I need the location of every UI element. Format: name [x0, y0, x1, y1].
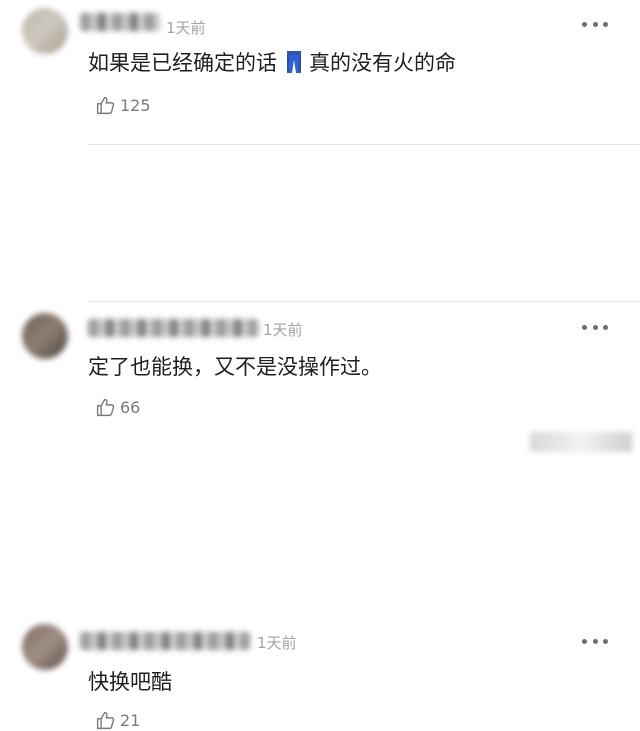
comment-item-1: 1天前 如果是已经确定的话 真的没有火的命 125 [0, 0, 640, 144]
like-button[interactable]: 125 [95, 95, 151, 116]
comment-item-2: 1天前 定了也能换，又不是没操作过。 66 [0, 145, 640, 417]
watermark-blurred [530, 432, 632, 452]
comment-time: 1天前 [257, 634, 297, 652]
username-blurred[interactable] [80, 632, 250, 650]
like-button[interactable]: 21 [95, 710, 140, 731]
jeans-icon [285, 50, 303, 74]
comment-text-part-2: 真的没有火的命 [309, 51, 456, 75]
more-options-icon[interactable] [582, 20, 608, 28]
username-blurred[interactable] [80, 13, 160, 31]
thumbs-up-icon [96, 96, 115, 115]
comment-time: 1天前 [166, 19, 206, 37]
like-count: 125 [120, 96, 151, 115]
thumbs-up-icon [96, 711, 115, 730]
avatar[interactable] [22, 624, 68, 670]
like-count: 21 [120, 711, 141, 730]
comment-text: 快换吧酷 [88, 670, 172, 694]
comment-text-part-1: 如果是已经确定的话 [88, 51, 277, 75]
avatar[interactable] [22, 8, 68, 54]
comment-text: 如果是已经确定的话 真的没有火的命 [88, 47, 456, 77]
more-options-icon[interactable] [582, 637, 608, 645]
